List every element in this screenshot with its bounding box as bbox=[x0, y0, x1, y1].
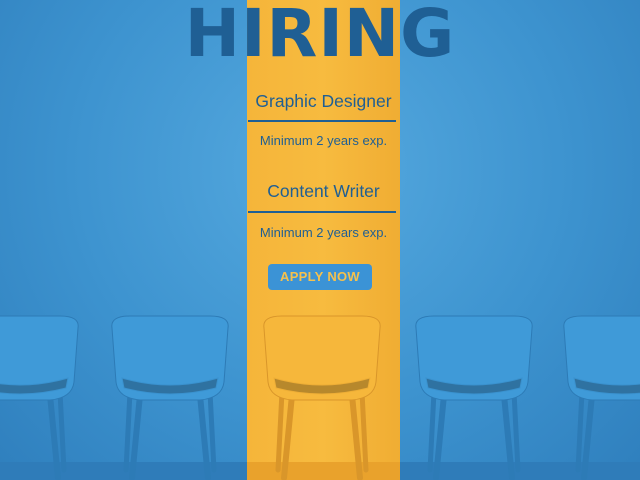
chair-blue bbox=[416, 316, 532, 478]
chair-blue bbox=[564, 316, 640, 478]
chair-blue bbox=[0, 316, 78, 478]
chairs-row bbox=[0, 0, 640, 480]
hiring-poster: HIRING Graphic Designer Minimum 2 years … bbox=[0, 0, 640, 480]
chair-blue bbox=[112, 316, 228, 478]
chair-yellow bbox=[264, 316, 380, 478]
